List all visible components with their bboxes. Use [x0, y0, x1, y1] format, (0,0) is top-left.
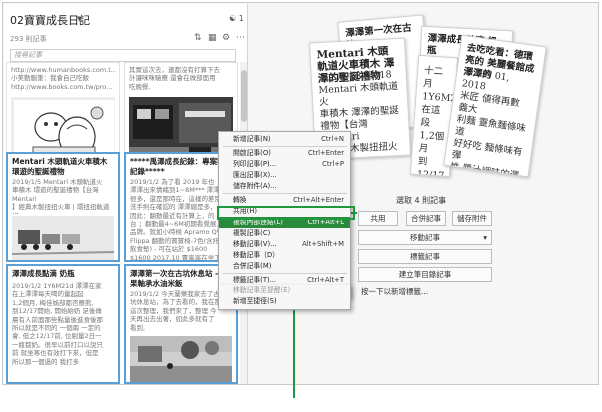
note-list-panel: 02寶寶成長日記 ▼ ☯ 1 293 則記事 ⇅ ▦ ⚙ ⋯ http://ww… [4, 4, 248, 384]
menu-item-label: 複製記事(C) [233, 229, 271, 237]
menu-item-move-note[interactable]: 移動記事(V)... Alt+Shift+M [219, 239, 350, 250]
menu-separator [223, 193, 347, 194]
menu-item-shortcut: Ctrl+N [321, 135, 344, 143]
note-card-title: Mentari 木頭軌道火車積木 環遊的聖誕禮物 [12, 157, 108, 176]
share-button[interactable]: 共用 [358, 211, 398, 226]
selected-count-label: 選取 4 則記事 [396, 196, 447, 205]
scrollbar-thumb[interactable] [241, 70, 247, 122]
menu-item-label: 合併記事(M) [233, 262, 272, 270]
add-tag-link[interactable]: 按一下以新增標籤... [361, 286, 428, 297]
note-card[interactable]: Mentari 木頭軌道火車積木 環遊的聖誕禮物 2019/1/5 Mentar… [6, 152, 120, 262]
menu-item-move-to-reminder: 移動記事至提醒(E) [219, 285, 350, 296]
train-toy-thumbnail [12, 216, 114, 260]
menu-item-label: 移動記事至提醒(E) [233, 286, 291, 294]
menu-item-label: 轉換 [233, 196, 247, 204]
menu-item-print-note[interactable]: 列印記事(P)... Ctrl+P [219, 159, 350, 170]
menu-item-label: 匯出記事(X)... [233, 171, 277, 179]
create-index-note-button[interactable]: 建立筆目錄記事 [358, 267, 492, 282]
settings-icon[interactable]: ⚙ [222, 33, 230, 43]
save-attachments-button[interactable]: 儲存附件 [452, 211, 492, 226]
menu-item-shortcut: Ctrl+Enter [307, 149, 344, 157]
menu-item-label: 開啟記事(O) [233, 149, 271, 157]
note-card-snippet: 2019/1/2 1Y6M21d 澤澤在家 在上澤澤每天喝的量起起 1,2個月,… [12, 282, 103, 366]
highlight-box [217, 206, 355, 220]
sort-icon[interactable]: ⇅ [194, 33, 202, 43]
menu-item-label: 儲存附件(A)... [233, 182, 277, 190]
view-toggle-icon[interactable]: ▦ [208, 33, 217, 43]
menu-separator [223, 273, 347, 274]
menu-item-label: 移動記事(V)... [233, 240, 277, 248]
menu-item-export-note[interactable]: 匯出記事(X)... [219, 170, 350, 181]
menu-item-label: 移動記事（D） [233, 251, 280, 259]
menu-item-label: 新增記事(N) [233, 135, 271, 143]
people-icon: ☯ [229, 14, 237, 23]
menu-item-label: 列印記事(P)... [233, 160, 277, 168]
move-notes-dropdown[interactable]: 移動記事 ▾ [358, 230, 492, 245]
search-input[interactable] [10, 49, 236, 62]
note-card-snippet: http://www.humanbooks.com.t... 小美動腦筆：我會自… [11, 66, 116, 91]
preview-card-body: 十二月 01, 2018 米匠 値得再數 義大 利麵 靈魚麵條味道 好好吃 麵條… [448, 66, 527, 178]
menu-separator [223, 146, 347, 147]
tag-notes-button[interactable]: 標籤記事 [358, 249, 492, 264]
note-card-snippet: 2019/1/5 Mentari 木頭軌道火 車積木 環遊的聖誕禮物【台灣Men… [12, 178, 110, 214]
shared-count: 1 [238, 14, 244, 23]
menu-item-move-note-d[interactable]: 移動記事（D） [219, 250, 350, 261]
menu-item-merge-notes[interactable]: 合併記事(M) [219, 261, 350, 272]
rest-area-photo-thumbnail [130, 336, 232, 382]
menu-item-copy-note[interactable]: 複製記事(C) [219, 228, 350, 239]
menu-item-save-attachments[interactable]: 儲存附件(A)... [219, 181, 350, 192]
menu-item-convert[interactable]: 轉換 Ctrl+Alt+Enter [219, 195, 350, 206]
preview-card: 去吃吃看：德環亮的 美麗餐館成澤澤的 十二月 01, 2018 米匠 値得再數 … [443, 34, 547, 178]
shared-people-indicator[interactable]: ☯ 1 [229, 14, 244, 23]
merge-notes-button[interactable]: 合併記事 [406, 211, 446, 226]
menu-item-shortcut: Alt+Shift+M [302, 240, 344, 248]
context-menu-tail: 移動記事至提醒(E) 新增至捷徑(S) [218, 285, 351, 310]
note-count: 293 則記事 [10, 35, 47, 43]
menu-item-new-note[interactable]: 新增記事(N) Ctrl+N [219, 134, 350, 145]
chevron-down-icon: ▾ [483, 233, 487, 242]
more-icon[interactable]: ⋯ [236, 33, 245, 43]
move-notes-label: 移動記事 [410, 233, 440, 242]
chevron-down-icon[interactable]: ▼ [77, 15, 82, 23]
menu-item-open-note[interactable]: 開啟記事(O) Ctrl+Enter [219, 148, 350, 159]
menu-item-add-shortcut[interactable]: 新增至捷徑(S) [219, 296, 350, 307]
note-card-title: 澤澤成長點滴 奶瓶 [12, 269, 75, 278]
menu-item-shortcut: Ctrl+P [322, 160, 344, 168]
note-card[interactable]: 澤澤成長點滴 奶瓶 2019/1/2 1Y6M21d 澤澤在家 在上澤澤每天喝的… [6, 264, 120, 384]
note-card-snippet: 其實這次去，連都沒有打算下去 計讓咪咪驗應 還會在做部面用 吃晚餐. [129, 66, 220, 91]
menu-item-label: 新增至捷徑(S) [233, 297, 277, 305]
menu-item-shortcut: Ctrl+Alt+Enter [293, 196, 344, 204]
